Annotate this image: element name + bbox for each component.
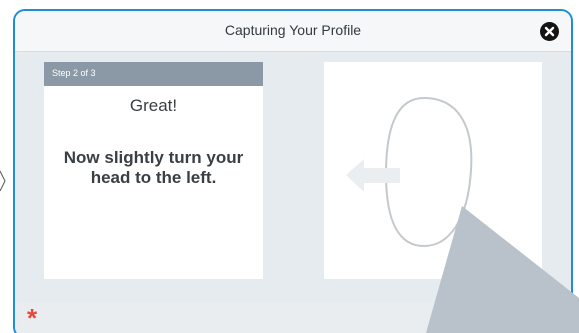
instruction-text: Now slightly turn your head to the left. [63,148,244,187]
dialog-header: Capturing Your Profile [15,11,571,52]
capture-profile-dialog: Capturing Your Profile Step 2 of 3 Great… [13,9,573,333]
head-position-guide [324,62,542,279]
dialog-title: Capturing Your Profile [224,22,362,38]
required-marker: * [27,303,38,333]
leader-line-icon [0,170,6,192]
card-heading: Great! [129,96,178,115]
close-button[interactable] [540,22,559,41]
close-icon [544,26,555,37]
step-indicator: Step 2 of 3 [44,62,263,86]
dialog-footer: * [15,302,571,333]
arrow-left-icon [346,159,400,192]
screen: Capturing Your Profile Step 2 of 3 Great… [0,0,579,333]
instruction-card: Step 2 of 3 Great! Now slightly turn you… [44,62,263,279]
step-label: Step 2 of 3 [52,68,96,78]
